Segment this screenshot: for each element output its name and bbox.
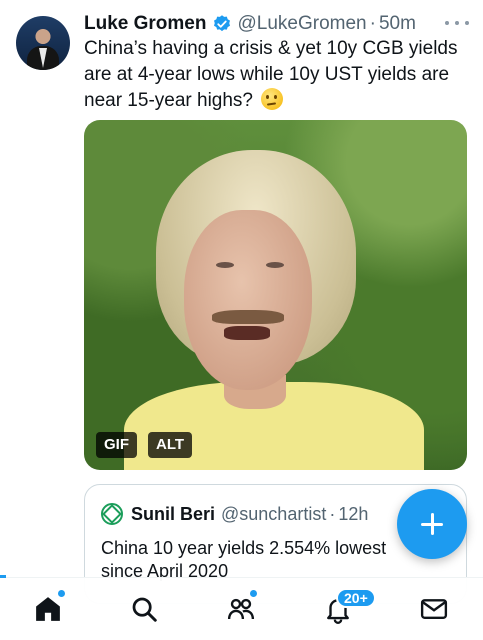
compose-tweet-button[interactable]: [397, 489, 467, 559]
gif-subject-left-eye: [216, 262, 234, 268]
tweet-timestamp[interactable]: 50m: [379, 13, 416, 35]
author-avatar[interactable]: [16, 16, 70, 70]
alt-text-button[interactable]: ALT: [148, 432, 193, 458]
quoted-header-separator: ·: [329, 503, 336, 524]
nav-messages[interactable]: [417, 592, 451, 626]
gif-badge: GIF: [96, 432, 137, 458]
thinking-face-emoji-icon: [261, 88, 283, 110]
quoted-tweet-timestamp[interactable]: 12h: [338, 504, 368, 525]
tweet-header: Luke Gromen @LukeGromen · 50m: [84, 12, 469, 36]
gif-subject-mustache: [212, 310, 284, 324]
quoted-author-avatar-icon[interactable]: [101, 503, 123, 525]
messages-icon: [420, 599, 448, 619]
communities-unread-dot: [250, 590, 257, 597]
gif-subject-face: [184, 210, 312, 390]
home-icon: [36, 597, 60, 621]
author-name[interactable]: Luke Gromen: [84, 13, 206, 35]
quoted-tweet-header: Sunil Beri @sunchartist · 12h: [101, 503, 368, 525]
bottom-navigation: [0, 578, 483, 640]
gif-subject-right-eye: [266, 262, 284, 268]
nav-communities[interactable]: [224, 592, 258, 626]
tweet-text: China’s having a crisis & yet 10y CGB yi…: [84, 36, 464, 114]
communities-icon: [227, 598, 255, 620]
home-unread-dot: [58, 590, 65, 597]
header-separator: ·: [369, 13, 376, 34]
quoted-author-name[interactable]: Sunil Beri: [131, 504, 215, 525]
nav-search[interactable]: [127, 592, 161, 626]
tweet-media-gif[interactable]: GIF ALT: [84, 120, 467, 470]
search-icon: [132, 597, 157, 622]
more-options-icon[interactable]: [445, 16, 469, 30]
notifications-count-badge: 20+: [336, 588, 376, 608]
gif-subject-mouth: [224, 326, 270, 340]
verified-badge-icon: [214, 15, 231, 32]
nav-home[interactable]: [31, 592, 65, 626]
author-handle[interactable]: @LukeGromen: [237, 13, 366, 35]
quoted-author-handle[interactable]: @sunchartist: [221, 504, 326, 525]
